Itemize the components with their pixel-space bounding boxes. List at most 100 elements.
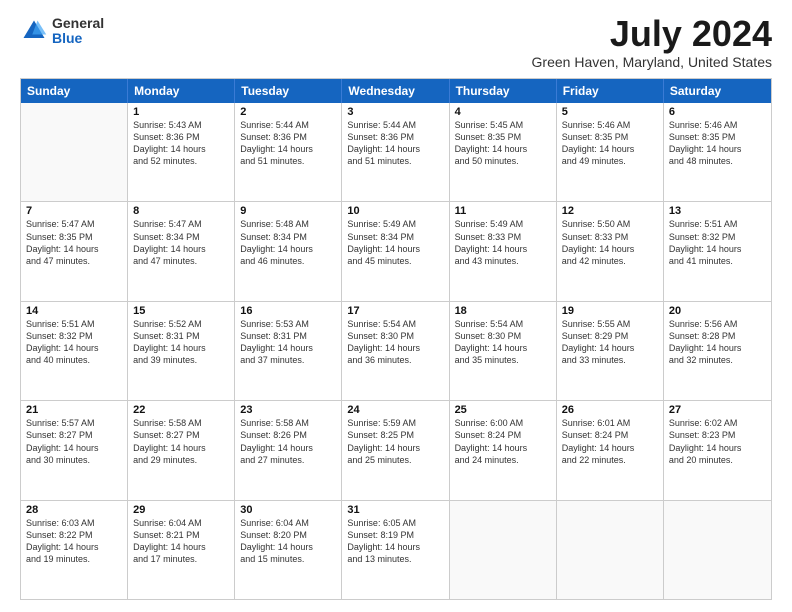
cell-line: and 52 minutes. (133, 155, 229, 167)
day-number: 19 (562, 305, 658, 317)
calendar-cell: 8Sunrise: 5:47 AMSunset: 8:34 PMDaylight… (128, 202, 235, 300)
cell-line: and 48 minutes. (669, 155, 766, 167)
calendar-cell: 27Sunrise: 6:02 AMSunset: 8:23 PMDayligh… (664, 401, 771, 499)
cell-line: Sunrise: 5:45 AM (455, 119, 551, 131)
calendar-cell: 31Sunrise: 6:05 AMSunset: 8:19 PMDayligh… (342, 501, 449, 599)
cell-line: Sunrise: 5:49 AM (347, 218, 443, 230)
cell-line: and 43 minutes. (455, 255, 551, 267)
calendar-cell: 30Sunrise: 6:04 AMSunset: 8:20 PMDayligh… (235, 501, 342, 599)
calendar-cell: 2Sunrise: 5:44 AMSunset: 8:36 PMDaylight… (235, 103, 342, 201)
day-number: 2 (240, 106, 336, 118)
cell-line: Sunset: 8:25 PM (347, 429, 443, 441)
cell-line: Sunset: 8:36 PM (133, 131, 229, 143)
day-number: 27 (669, 404, 766, 416)
cell-line: Daylight: 14 hours (133, 541, 229, 553)
day-number: 15 (133, 305, 229, 317)
cell-line: Daylight: 14 hours (669, 442, 766, 454)
calendar-cell: 9Sunrise: 5:48 AMSunset: 8:34 PMDaylight… (235, 202, 342, 300)
cell-line: and 49 minutes. (562, 155, 658, 167)
cell-line: Sunset: 8:34 PM (240, 231, 336, 243)
logo-text: General Blue (52, 16, 104, 47)
cell-line: Sunset: 8:30 PM (455, 330, 551, 342)
cell-line: and 51 minutes. (347, 155, 443, 167)
cell-line: Daylight: 14 hours (455, 342, 551, 354)
cell-line: Daylight: 14 hours (240, 243, 336, 255)
cell-line: Sunrise: 6:00 AM (455, 417, 551, 429)
cell-line: and 40 minutes. (26, 354, 122, 366)
calendar-cell: 5Sunrise: 5:46 AMSunset: 8:35 PMDaylight… (557, 103, 664, 201)
month-title: July 2024 (532, 16, 772, 52)
cell-line: Sunset: 8:35 PM (26, 231, 122, 243)
cell-line: Daylight: 14 hours (347, 541, 443, 553)
cell-line: Sunset: 8:36 PM (347, 131, 443, 143)
cell-line: Daylight: 14 hours (562, 143, 658, 155)
cell-line: Sunset: 8:21 PM (133, 529, 229, 541)
day-number: 20 (669, 305, 766, 317)
day-number: 6 (669, 106, 766, 118)
cell-line: and 29 minutes. (133, 454, 229, 466)
cell-line: Sunrise: 5:46 AM (669, 119, 766, 131)
cell-line: Sunset: 8:20 PM (240, 529, 336, 541)
calendar-cell: 25Sunrise: 6:00 AMSunset: 8:24 PMDayligh… (450, 401, 557, 499)
cell-line: Sunrise: 6:01 AM (562, 417, 658, 429)
day-number: 13 (669, 205, 766, 217)
cell-line: Daylight: 14 hours (26, 541, 122, 553)
calendar-cell: 14Sunrise: 5:51 AMSunset: 8:32 PMDayligh… (21, 302, 128, 400)
cell-line: Daylight: 14 hours (347, 442, 443, 454)
cell-line: Sunset: 8:31 PM (133, 330, 229, 342)
calendar-cell: 19Sunrise: 5:55 AMSunset: 8:29 PMDayligh… (557, 302, 664, 400)
cell-line: Sunrise: 5:55 AM (562, 318, 658, 330)
calendar-cell: 22Sunrise: 5:58 AMSunset: 8:27 PMDayligh… (128, 401, 235, 499)
cell-line: Sunrise: 5:48 AM (240, 218, 336, 230)
cell-line: Daylight: 14 hours (26, 442, 122, 454)
calendar-cell: 17Sunrise: 5:54 AMSunset: 8:30 PMDayligh… (342, 302, 449, 400)
day-number: 25 (455, 404, 551, 416)
cell-line: and 36 minutes. (347, 354, 443, 366)
calendar-cell: 18Sunrise: 5:54 AMSunset: 8:30 PMDayligh… (450, 302, 557, 400)
calendar-cell: 12Sunrise: 5:50 AMSunset: 8:33 PMDayligh… (557, 202, 664, 300)
cell-line: Daylight: 14 hours (347, 143, 443, 155)
cell-line: Daylight: 14 hours (240, 442, 336, 454)
cell-line: Daylight: 14 hours (26, 243, 122, 255)
cell-line: Sunset: 8:23 PM (669, 429, 766, 441)
day-number: 8 (133, 205, 229, 217)
calendar-row-0: 1Sunrise: 5:43 AMSunset: 8:36 PMDaylight… (21, 103, 771, 201)
cell-line: Sunrise: 5:44 AM (347, 119, 443, 131)
cell-line: Sunrise: 5:46 AM (562, 119, 658, 131)
calendar-row-2: 14Sunrise: 5:51 AMSunset: 8:32 PMDayligh… (21, 301, 771, 400)
title-block: July 2024 Green Haven, Maryland, United … (532, 16, 772, 70)
calendar-cell (21, 103, 128, 201)
cell-line: Daylight: 14 hours (240, 143, 336, 155)
cell-line: and 51 minutes. (240, 155, 336, 167)
cell-line: Sunrise: 5:52 AM (133, 318, 229, 330)
cell-line: and 47 minutes. (133, 255, 229, 267)
header: General Blue July 2024 Green Haven, Mary… (20, 16, 772, 70)
cell-line: and 30 minutes. (26, 454, 122, 466)
calendar-cell: 16Sunrise: 5:53 AMSunset: 8:31 PMDayligh… (235, 302, 342, 400)
cell-line: Sunrise: 5:56 AM (669, 318, 766, 330)
calendar-cell: 3Sunrise: 5:44 AMSunset: 8:36 PMDaylight… (342, 103, 449, 201)
day-number: 29 (133, 504, 229, 516)
calendar-row-3: 21Sunrise: 5:57 AMSunset: 8:27 PMDayligh… (21, 400, 771, 499)
cell-line: and 27 minutes. (240, 454, 336, 466)
calendar-row-1: 7Sunrise: 5:47 AMSunset: 8:35 PMDaylight… (21, 201, 771, 300)
cell-line: Sunset: 8:33 PM (562, 231, 658, 243)
cell-line: Sunset: 8:19 PM (347, 529, 443, 541)
cell-line: and 39 minutes. (133, 354, 229, 366)
day-number: 31 (347, 504, 443, 516)
calendar-cell: 4Sunrise: 5:45 AMSunset: 8:35 PMDaylight… (450, 103, 557, 201)
cell-line: Sunrise: 5:43 AM (133, 119, 229, 131)
location: Green Haven, Maryland, United States (532, 54, 772, 70)
header-day-saturday: Saturday (664, 79, 771, 103)
day-number: 9 (240, 205, 336, 217)
day-number: 5 (562, 106, 658, 118)
day-number: 23 (240, 404, 336, 416)
cell-line: Sunrise: 5:47 AM (133, 218, 229, 230)
day-number: 4 (455, 106, 551, 118)
cell-line: and 22 minutes. (562, 454, 658, 466)
cell-line: Daylight: 14 hours (26, 342, 122, 354)
calendar-body: 1Sunrise: 5:43 AMSunset: 8:36 PMDaylight… (21, 103, 771, 599)
cell-line: and 37 minutes. (240, 354, 336, 366)
cell-line: Sunrise: 5:53 AM (240, 318, 336, 330)
calendar-cell (557, 501, 664, 599)
